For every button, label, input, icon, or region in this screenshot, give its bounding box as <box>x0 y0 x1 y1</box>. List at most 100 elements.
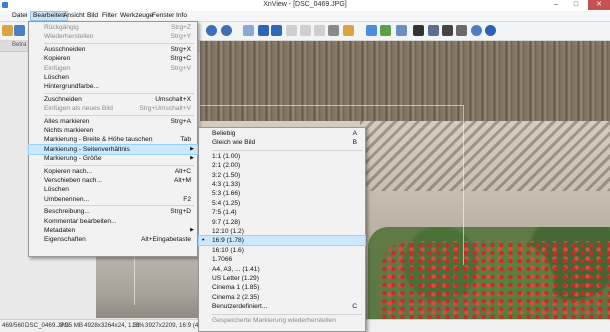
aspect-ratio-option[interactable]: 2:1 (2.00) <box>199 161 365 170</box>
zoom-out-icon[interactable] <box>221 25 232 36</box>
edit-menu-item[interactable]: Ausschneiden Strg+X <box>29 45 197 54</box>
edit-menu-item[interactable]: Kopieren nach... Alt+C <box>29 167 197 176</box>
status-index: 469/560 <box>2 322 25 329</box>
menu-item-label: Markierung - Seitenverhältnis <box>44 145 130 153</box>
menu-item-label: 16:10 (1.6) <box>212 246 244 254</box>
menu-separator <box>212 313 362 315</box>
aspect-ratio-option[interactable]: 12:10 (1.2) <box>199 227 365 236</box>
gear-icon[interactable] <box>471 25 482 36</box>
edit-menu-item[interactable]: Markierung - Seitenverhältnis ▶ <box>28 143 198 155</box>
edit-menu-item[interactable]: Nichts markieren <box>29 126 197 135</box>
edit-menu-item[interactable]: Hintergrundfarbe... <box>29 82 197 91</box>
menu-item-label: Cinema 1 (1.85) <box>212 284 260 292</box>
fit-icon[interactable] <box>243 25 254 36</box>
aspect-ratio-option[interactable]: Benutzerdefiniert... C <box>199 302 365 311</box>
edit-menu-item[interactable]: Verschieben nach... Alt+M <box>29 176 197 185</box>
menu-item-label: 3:2 (1.50) <box>212 171 241 179</box>
menu-fenster[interactable]: Fenster <box>150 11 176 21</box>
title-bar: XnView - [DSC_0469.JPG] – □ ✕ <box>0 0 610 11</box>
aspect-ratio-option[interactable]: 1.7066 <box>199 255 365 264</box>
next-icon[interactable] <box>271 25 282 36</box>
edit-menu-item[interactable]: Markierung - Größe ▶ <box>29 154 197 163</box>
menu-item-label: 5:4 (1.25) <box>212 199 241 207</box>
aspect-ratio-option[interactable]: 5:4 (1.25) <box>199 199 365 208</box>
menu-item-label: 16:9 (1.78) <box>212 237 244 245</box>
edit-menu-item[interactable]: Markierung - Breite & Höhe tauschen Tab <box>29 135 197 144</box>
preview-thumbnail[interactable] <box>96 257 200 318</box>
menu-item-label: Löschen <box>44 186 69 194</box>
page-icon[interactable] <box>286 25 297 36</box>
fence-photo-part <box>200 41 610 121</box>
edit-menu-item: Einfügen Strg+V <box>29 64 197 73</box>
aspect-ratio-option[interactable]: • 16:9 (1.78) <box>198 235 366 247</box>
menu-item-label: Hintergrundfarbe... <box>44 83 99 91</box>
prev-icon[interactable] <box>258 25 269 36</box>
edit-menu-item[interactable]: Löschen <box>29 73 197 82</box>
minimize-button[interactable]: – <box>546 0 566 10</box>
contact-sheet-icon[interactable] <box>456 25 467 36</box>
menu-item-shortcut: Strg+Y <box>170 33 191 41</box>
aspect-ratio-option[interactable]: US Letter (1.29) <box>199 274 365 283</box>
menu-filter[interactable]: Filter <box>100 11 119 21</box>
menu-item-label: Ausschneiden <box>44 45 86 53</box>
edit-menu-item[interactable]: Zuschneiden Umschalt+X <box>29 95 197 104</box>
aspect-ratio-option[interactable]: A4, A3, ... (1.41) <box>199 265 365 274</box>
aspect-ratio-option[interactable]: 9:7 (1.28) <box>199 218 365 227</box>
resize-icon[interactable] <box>380 25 391 36</box>
selection-edge[interactable] <box>463 105 464 265</box>
close-button[interactable]: ✕ <box>588 0 610 10</box>
menu-item-label: Rückgängig <box>44 24 79 31</box>
menu-info[interactable]: Info <box>174 11 189 21</box>
edit-menu-item[interactable]: Umbenennen... F2 <box>29 195 197 204</box>
menu-item-shortcut: Strg+V <box>170 64 191 72</box>
film-icon[interactable] <box>442 25 453 36</box>
edit-menu-item[interactable]: Kommentar bearbeiten... <box>29 217 197 226</box>
menu-item-label: 7:5 (1.4) <box>212 209 237 217</box>
status-zoom: 18% <box>132 322 145 329</box>
aspect-ratio-option[interactable]: Beliebig A <box>199 129 365 138</box>
aspect-ratio-option[interactable]: 1:1 (1.00) <box>199 152 365 161</box>
menu-ansicht[interactable]: Ansicht <box>61 11 87 21</box>
menu-separator <box>212 149 362 151</box>
menu-bild[interactable]: Bild <box>85 11 100 21</box>
edit-menu-item[interactable]: Eigenschaften Alt+Eingabetaste <box>29 235 197 244</box>
edit-menu-item: Wiederherstellen Strg+Y <box>29 32 197 41</box>
aspect-ratio-option[interactable]: Cinema 2 (2.35) <box>199 293 365 302</box>
submenu-arrow-icon: ▶ <box>190 155 194 162</box>
binoculars-icon[interactable] <box>413 25 424 36</box>
edit-menu-item[interactable]: Löschen <box>29 185 197 194</box>
aspect-ratio-option[interactable]: 16:10 (1.6) <box>199 246 365 255</box>
screen-icon[interactable] <box>428 25 439 36</box>
save-icon[interactable] <box>300 25 311 36</box>
menu-datei[interactable]: Datei <box>10 11 29 21</box>
aspect-ratio-option[interactable]: Gleich wie Bild B <box>199 138 365 147</box>
menu-item-label: 1.7066 <box>212 256 233 264</box>
crop-icon[interactable] <box>366 25 377 36</box>
print-icon[interactable] <box>314 25 325 36</box>
maximize-button[interactable]: □ <box>566 0 586 10</box>
view-icon[interactable] <box>14 25 25 36</box>
info-icon[interactable] <box>485 25 496 36</box>
aspect-ratio-option[interactable]: 5:3 (1.66) <box>199 189 365 198</box>
aspect-ratio-option[interactable]: 3:2 (1.50) <box>199 171 365 180</box>
edit-menu-item[interactable]: Kopieren Strg+C <box>29 54 197 63</box>
menu-item-label: 9:7 (1.28) <box>212 218 241 226</box>
menu-item-shortcut: B <box>352 139 357 147</box>
submenu-arrow-icon: ▶ <box>190 145 194 152</box>
menu-item-shortcut: Strg+A <box>170 117 191 125</box>
edit-menu-item[interactable]: Beschreibung... Strg+D <box>29 207 197 216</box>
rotate-icon[interactable] <box>396 25 407 36</box>
window-title: XnView - [DSC_0469.JPG] <box>263 1 347 8</box>
settings-icon[interactable] <box>343 25 354 36</box>
menu-item-label: Nichts markieren <box>44 127 94 134</box>
zoom-in-icon[interactable] <box>206 25 217 36</box>
menu-item-label: Eigenschaften <box>44 236 86 244</box>
aspect-ratio-option[interactable]: 7:5 (1.4) <box>199 208 365 217</box>
aspect-ratio-option[interactable]: Cinema 1 (1.85) <box>199 283 365 292</box>
edit-menu-item[interactable]: Metadaten ▶ <box>29 226 197 235</box>
selection-edge-top[interactable] <box>200 105 463 106</box>
browser-icon[interactable] <box>2 25 13 36</box>
edit-menu-item[interactable]: Alles markieren Strg+A <box>29 117 197 126</box>
aspect-ratio-option[interactable]: 4:3 (1.33) <box>199 180 365 189</box>
copy-icon[interactable] <box>328 25 339 36</box>
